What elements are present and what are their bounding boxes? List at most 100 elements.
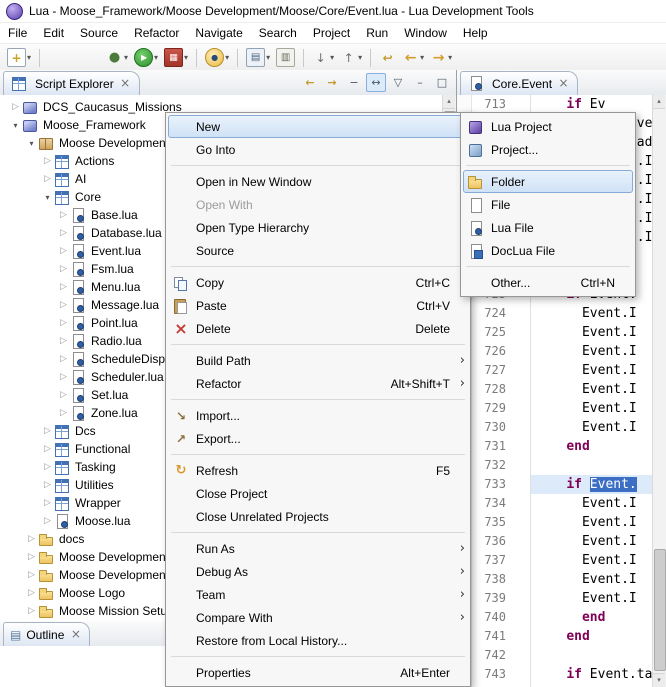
menu-file[interactable]: File xyxy=(0,23,35,43)
code-line[interactable]: Event.I xyxy=(531,589,652,608)
expand-arrow-icon[interactable]: ▷ xyxy=(42,444,53,454)
dropdown-arrow-icon[interactable]: ▾ xyxy=(124,53,128,62)
console-button[interactable]: ▾ xyxy=(244,47,272,69)
search-button[interactable]: ▾ xyxy=(203,47,231,69)
collapse-all-icon[interactable]: − xyxy=(344,73,364,92)
dropdown-arrow-icon[interactable]: ▾ xyxy=(154,53,158,62)
menu-item-new[interactable]: New› xyxy=(168,115,468,138)
collapse-arrow-icon[interactable]: ▾ xyxy=(26,139,37,148)
scroll-down-icon[interactable]: ▾ xyxy=(653,673,665,687)
menu-item-restore-from-local-history[interactable]: Restore from Local History... xyxy=(168,629,468,652)
code-line[interactable]: Event.I xyxy=(531,361,652,380)
tab-outline[interactable]: ▤ Outline xyxy=(3,622,90,646)
code-line[interactable]: Event.I xyxy=(531,494,652,513)
last-edit-location-button[interactable] xyxy=(377,47,398,69)
menu-item-close-unrelated-projects[interactable]: Close Unrelated Projects xyxy=(168,505,468,528)
expand-arrow-icon[interactable]: ▷ xyxy=(58,354,69,364)
dropdown-arrow-icon[interactable]: ▾ xyxy=(448,53,452,62)
menu-item-open-with[interactable]: Open With› xyxy=(168,193,468,216)
forward-button[interactable]: ▾ xyxy=(428,47,454,69)
close-icon[interactable] xyxy=(69,628,82,641)
code-line[interactable]: Event.I xyxy=(531,532,652,551)
run-button[interactable]: ▾ xyxy=(132,47,160,69)
maximize-icon[interactable]: □ xyxy=(432,73,452,92)
back-button[interactable]: ▾ xyxy=(400,47,426,69)
menu-item-delete[interactable]: DeleteDelete xyxy=(168,317,468,340)
dropdown-arrow-icon[interactable]: ▾ xyxy=(225,53,229,62)
code-line[interactable]: end xyxy=(531,437,652,456)
menu-edit[interactable]: Edit xyxy=(35,23,72,43)
debug-button[interactable]: ▾ xyxy=(104,47,130,69)
menu-item-debug-as[interactable]: Debug As› xyxy=(168,560,468,583)
code-line[interactable] xyxy=(531,456,652,475)
menu-item-open-type-hierarchy[interactable]: Open Type Hierarchy xyxy=(168,216,468,239)
expand-arrow-icon[interactable]: ▷ xyxy=(42,174,53,184)
expand-arrow-icon[interactable]: ▷ xyxy=(26,534,37,544)
menu-navigate[interactable]: Navigate xyxy=(187,23,250,43)
menu-item-close-project[interactable]: Close Project xyxy=(168,482,468,505)
link-with-editor-icon[interactable]: ↔ xyxy=(366,73,386,92)
menu-item-copy[interactable]: CopyCtrl+C xyxy=(168,271,468,294)
forward-icon[interactable]: → xyxy=(322,73,342,92)
dropdown-arrow-icon[interactable]: ▾ xyxy=(330,53,334,62)
code-line[interactable]: Event.I xyxy=(531,342,652,361)
code-line[interactable]: Event.I xyxy=(531,323,652,342)
editor-scrollbar[interactable]: ▴ ▾ xyxy=(652,95,666,687)
dropdown-arrow-icon[interactable]: ▾ xyxy=(420,53,424,62)
menu-item-paste[interactable]: PasteCtrl+V xyxy=(168,294,468,317)
menu-item-team[interactable]: Team› xyxy=(168,583,468,606)
menu-source[interactable]: Source xyxy=(72,23,126,43)
code-line[interactable]: if Event.ta xyxy=(531,665,652,684)
expand-arrow-icon[interactable]: ▷ xyxy=(42,462,53,472)
menu-item-refresh[interactable]: RefreshF5 xyxy=(168,459,468,482)
code-line[interactable]: Event.I xyxy=(531,513,652,532)
expand-arrow-icon[interactable]: ▷ xyxy=(58,408,69,418)
previous-annotation-button[interactable]: ▾ xyxy=(338,47,364,69)
code-line[interactable]: end xyxy=(531,608,652,627)
close-icon[interactable] xyxy=(119,77,132,90)
dropdown-arrow-icon[interactable]: ▾ xyxy=(27,53,31,62)
menu-item-folder[interactable]: Folder xyxy=(463,170,633,193)
code-line[interactable]: Event.I xyxy=(531,399,652,418)
expand-arrow-icon[interactable]: ▷ xyxy=(58,300,69,310)
expand-arrow-icon[interactable]: ▷ xyxy=(58,282,69,292)
tab-script-explorer[interactable]: Script Explorer xyxy=(3,71,140,95)
scroll-up-icon[interactable]: ▴ xyxy=(443,95,455,109)
menu-item-lua-file[interactable]: Lua File xyxy=(463,216,633,239)
menu-item-open-in-new-window[interactable]: Open in New Window xyxy=(168,170,468,193)
external-tools-button[interactable]: ▾ xyxy=(162,47,190,69)
menu-help[interactable]: Help xyxy=(455,23,496,43)
back-icon[interactable]: ← xyxy=(300,73,320,92)
menu-refactor[interactable]: Refactor xyxy=(126,23,187,43)
tab-core-event[interactable]: Core.Event xyxy=(460,71,578,95)
expand-arrow-icon[interactable]: ▷ xyxy=(42,156,53,166)
code-line[interactable]: Event.I xyxy=(531,570,652,589)
expand-arrow-icon[interactable]: ▷ xyxy=(26,552,37,562)
code-line[interactable]: Event.I xyxy=(531,418,652,437)
code-line[interactable]: Event.I xyxy=(531,304,652,323)
next-annotation-button[interactable]: ▾ xyxy=(310,47,336,69)
expand-arrow-icon[interactable]: ▷ xyxy=(58,372,69,382)
dropdown-arrow-icon[interactable]: ▾ xyxy=(358,53,362,62)
expand-arrow-icon[interactable]: ▷ xyxy=(26,606,37,616)
menu-run[interactable]: Run xyxy=(358,23,396,43)
expand-arrow-icon[interactable]: ▷ xyxy=(42,516,53,526)
open-task-button[interactable] xyxy=(274,47,297,69)
menu-project[interactable]: Project xyxy=(305,23,358,43)
menu-item-file[interactable]: File xyxy=(463,193,633,216)
code-line[interactable]: Event.I xyxy=(531,380,652,399)
close-icon[interactable] xyxy=(557,77,570,90)
expand-arrow-icon[interactable]: ▷ xyxy=(58,210,69,220)
menu-item-other[interactable]: Other...Ctrl+N xyxy=(463,271,633,294)
menu-window[interactable]: Window xyxy=(396,23,455,43)
menu-item-project[interactable]: Project... xyxy=(463,138,633,161)
expand-arrow-icon[interactable]: ▷ xyxy=(58,228,69,238)
code-line[interactable] xyxy=(531,646,652,665)
menu-item-lua-project[interactable]: Lua Project xyxy=(463,115,633,138)
expand-arrow-icon[interactable]: ▷ xyxy=(58,246,69,256)
expand-arrow-icon[interactable]: ▷ xyxy=(42,498,53,508)
new-wizard-button[interactable]: ▾ xyxy=(5,47,33,69)
menu-item-doclua-file[interactable]: DocLua File xyxy=(463,239,633,262)
minimize-icon[interactable]: – xyxy=(410,73,430,92)
menu-item-export[interactable]: Export... xyxy=(168,427,468,450)
